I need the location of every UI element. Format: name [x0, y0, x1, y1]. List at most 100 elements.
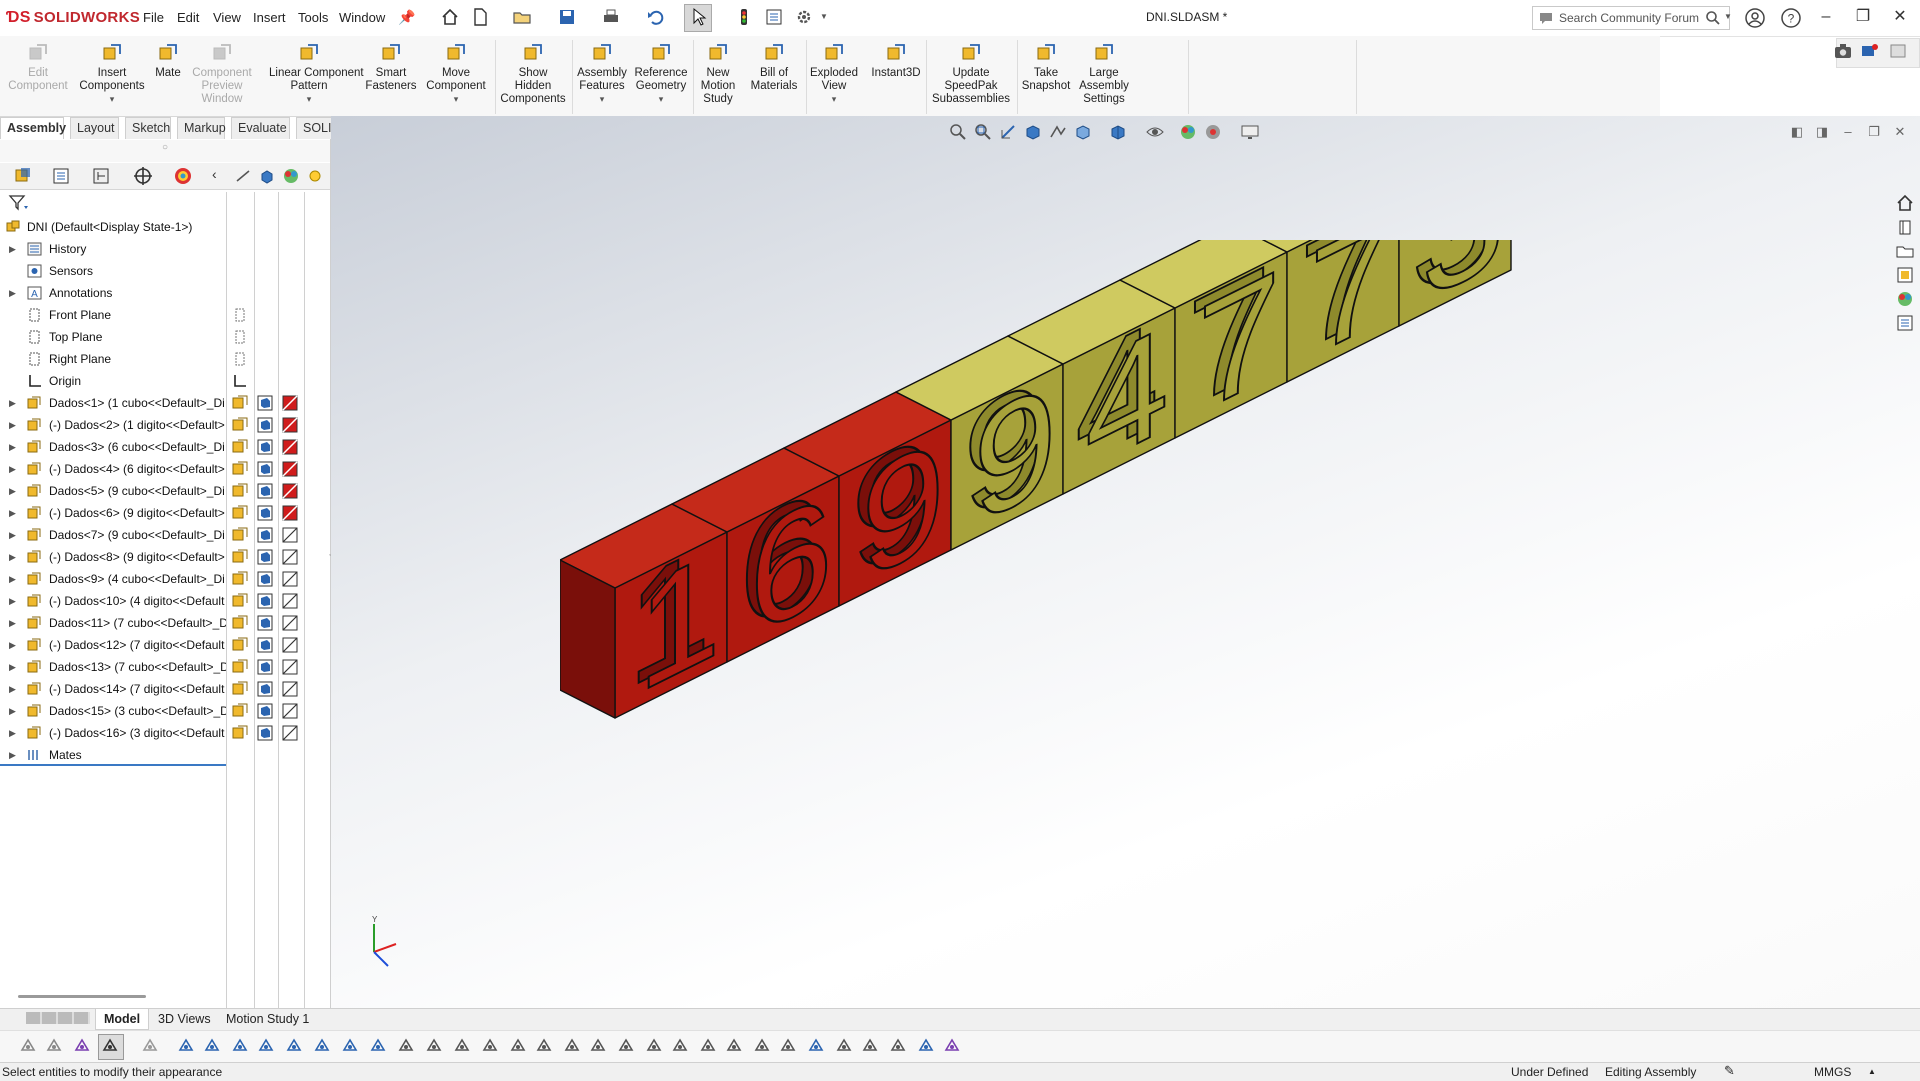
dimxpert-tab-icon[interactable] [132, 166, 154, 186]
render-icon[interactable] [752, 1036, 772, 1056]
view-palette-icon[interactable] [1895, 265, 1915, 285]
sketch-icon[interactable] [396, 1036, 416, 1056]
mate-icon[interactable] [644, 1036, 664, 1056]
hide-component-icon[interactable] [232, 505, 248, 521]
tree-item[interactable]: ▶ Dados<15> (3 cubo<<Default>_D [0, 700, 226, 722]
restore-window-button[interactable]: ❐ [1852, 6, 1874, 28]
display-mode-icon[interactable] [257, 659, 273, 675]
custom-properties-icon[interactable] [1895, 313, 1915, 333]
display-mode-icon[interactable] [257, 483, 273, 499]
tab-layout[interactable]: Layout [70, 117, 119, 139]
options-dropdown-icon[interactable]: ▼ [820, 12, 828, 21]
appearance-swatch-icon[interactable] [282, 725, 298, 741]
walkthrough-icon[interactable] [834, 1036, 854, 1056]
tree-item[interactable]: ▶ History [0, 238, 226, 260]
display-mode-icon[interactable] [257, 593, 273, 609]
plane-icon[interactable] [424, 1036, 444, 1056]
search-icon[interactable] [1705, 10, 1721, 26]
appearance-swatch-icon[interactable] [282, 571, 298, 587]
point-icon[interactable] [176, 1036, 196, 1056]
display-mode-icon[interactable] [257, 549, 273, 565]
configuration-manager-tab-icon[interactable] [90, 166, 112, 186]
tree-item[interactable]: Front Plane [0, 304, 226, 326]
open-folder-icon[interactable] [512, 7, 532, 27]
display-mode-icon[interactable] [257, 681, 273, 697]
extruded-digit-3[interactable]: 33 [1410, 240, 1505, 334]
hide-component-icon[interactable] [232, 461, 248, 477]
appearance-swatch-icon[interactable] [282, 483, 298, 499]
appearance-swatch-icon[interactable] [282, 681, 298, 697]
hide-component-icon[interactable] [232, 527, 248, 543]
instant3d-button[interactable]: Instant3D [856, 42, 936, 80]
display-mode-icon[interactable] [257, 395, 273, 411]
menu-tools[interactable]: Tools [298, 10, 328, 25]
expand-arrow-icon[interactable]: ▶ [9, 568, 16, 590]
previous-view-icon[interactable] [998, 122, 1018, 142]
camera-icon[interactable] [1833, 42, 1853, 60]
expand-arrow-icon[interactable]: ▶ [9, 656, 16, 678]
display-mode-icon[interactable] [257, 725, 273, 741]
viewport-split-icon[interactable]: ◨ [1814, 124, 1830, 140]
menu-view[interactable]: View [213, 10, 241, 25]
appearances-scenes-icon[interactable] [1895, 289, 1915, 309]
edit-appearance-icon[interactable] [1178, 122, 1198, 142]
linear-pattern-button[interactable]: Linear Component Pattern ▾ [269, 42, 364, 106]
menu-file[interactable]: File [143, 10, 164, 25]
display-manager-tab-icon[interactable] [172, 166, 194, 186]
origin-visibility-icon[interactable] [232, 373, 248, 389]
search-box[interactable]: Search Community Forum [1532, 6, 1730, 30]
appearance-swatch-icon[interactable] [282, 395, 298, 411]
file-explorer-icon[interactable] [1895, 241, 1915, 261]
hide-component-icon[interactable] [232, 659, 248, 675]
display-mode-icon[interactable] [257, 417, 273, 433]
expand-arrow-icon[interactable]: ▶ [9, 502, 16, 524]
hide-component-icon[interactable] [232, 549, 248, 565]
tree-item[interactable]: ▶ (-) Dados<6> (9 digito<<Default> [0, 502, 226, 524]
search-input[interactable]: Search Community Forum [1559, 11, 1699, 25]
appearance-swatch-icon[interactable] [282, 527, 298, 543]
tree-item[interactable]: ▶ Dados<9> (4 cubo<<Default>_Di [0, 568, 226, 590]
hide-show-items-icon[interactable] [1145, 122, 1165, 142]
component-preview-button[interactable]: Component Preview Window [182, 42, 262, 106]
display-icon[interactable] [888, 1036, 908, 1056]
record-icon[interactable] [942, 1036, 962, 1056]
label-icon[interactable] [534, 1036, 554, 1056]
hide-component-icon[interactable] [232, 593, 248, 609]
hide-component-icon[interactable] [232, 417, 248, 433]
appearance-swatch-icon[interactable] [282, 505, 298, 521]
tree-item[interactable]: Origin [0, 370, 226, 392]
appearance-swatch-icon[interactable] [282, 549, 298, 565]
hide-component-icon[interactable] [232, 439, 248, 455]
view-orientation-icon[interactable] [1073, 122, 1093, 142]
tree-item[interactable]: ▶ Dados<13> (7 cubo<<Default>_D [0, 656, 226, 678]
line-icon[interactable] [202, 1036, 222, 1056]
collapse-panel-icon[interactable]: ‹ [212, 166, 217, 182]
display-mode-icon[interactable] [257, 461, 273, 477]
dimension-icon[interactable] [588, 1036, 608, 1056]
tree-item[interactable]: ▶ Dados<7> (9 cubo<<Default>_Di [0, 524, 226, 546]
tree-item[interactable]: ▶ Dados<11> (7 cubo<<Default>_D [0, 612, 226, 634]
cube-side[interactable] [560, 559, 616, 719]
edit-component-button[interactable]: Edit Component [0, 42, 78, 93]
dropdown-arrow-icon[interactable]: ▾ [794, 93, 874, 106]
tab-evaluate[interactable]: Evaluate [231, 117, 290, 139]
curve-icon[interactable] [508, 1036, 528, 1056]
tree-item[interactable]: Sensors [0, 260, 226, 282]
scene-icon[interactable] [860, 1036, 880, 1056]
expand-arrow-icon[interactable]: ▶ [9, 546, 16, 568]
horizontal-scrollbar[interactable] [18, 995, 146, 998]
design-library-icon[interactable] [1895, 217, 1915, 237]
display-mode-icon[interactable] [257, 505, 273, 521]
large-assembly-settings-button[interactable]: Large Assembly Settings [1064, 42, 1144, 106]
expand-arrow-icon[interactable]: ▶ [9, 634, 16, 656]
hide-component-icon[interactable] [232, 681, 248, 697]
display-mode-icon[interactable] [257, 439, 273, 455]
panel-grip-icon[interactable]: ○ [162, 142, 168, 153]
print-icon[interactable] [601, 7, 621, 27]
tab-model[interactable]: Model [95, 1009, 150, 1030]
close-window-button[interactable]: ✕ [1889, 6, 1911, 28]
status-units[interactable]: MMGS [1814, 1065, 1851, 1079]
rectangle-icon[interactable] [230, 1036, 250, 1056]
traffic-light-icon[interactable] [734, 7, 754, 27]
appearance-swatch-icon[interactable] [282, 593, 298, 609]
